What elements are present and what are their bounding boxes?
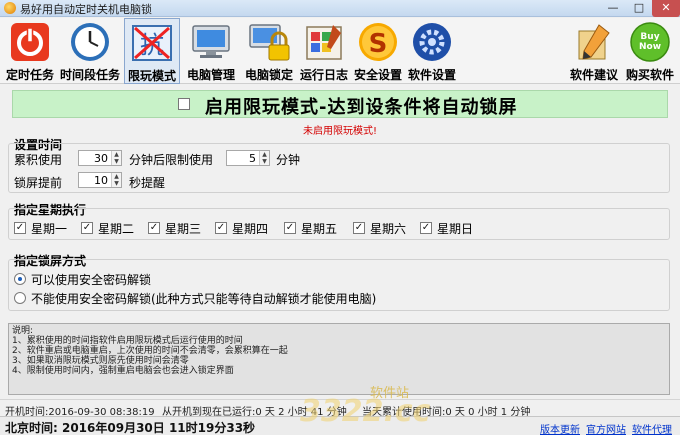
accum-minutes-input[interactable]: [79, 151, 112, 165]
link-website[interactable]: 官方网站: [586, 421, 626, 435]
notes-line: 3、如果取消限玩模式则原先使用时间会清零: [12, 356, 189, 366]
remind-seconds-spinner[interactable]: ▲▼: [78, 172, 122, 188]
restrict-icon: 抗: [132, 25, 172, 61]
pencil-icon: [578, 24, 610, 60]
tool-label: 软件设置: [407, 68, 456, 82]
main-toolbar: 定时任务 时间段任务 抗 限玩模式 电脑管理: [0, 18, 680, 84]
spinner-arrows-icon[interactable]: ▲ ▼: [111, 151, 121, 165]
tool-label: 购买软件: [625, 68, 674, 82]
checkbox-check-icon: ✓: [81, 222, 93, 234]
remind-label: 锁屏提前: [14, 176, 63, 190]
minimize-button[interactable]: —: [600, 0, 626, 17]
enable-restrict-checkbox[interactable]: [178, 98, 190, 110]
checkbox-check-icon: ✓: [353, 222, 365, 234]
tool-label: 时间段任务: [59, 68, 120, 82]
notes-line: 2、软件重启或电脑重启，上次使用的时间不会清零，会累积算在一起: [12, 346, 288, 356]
checkbox-check-icon: ✓: [420, 222, 432, 234]
remind-seconds-input[interactable]: [79, 173, 112, 187]
usage-status-bar: 开机时间:2016-09-30 08:38:19 从开机到现在已运行:0 天 2…: [0, 399, 680, 418]
tool-restrict-mode[interactable]: 抗 限玩模式: [124, 18, 180, 84]
tool-label: 限玩模式: [127, 69, 176, 83]
notes-line: 说明:: [12, 326, 34, 336]
safe-icon: S: [359, 23, 397, 61]
buy-now-badge: Buy Now: [638, 32, 662, 52]
accum-label: 累积使用: [14, 153, 63, 167]
monitor-icon: [192, 25, 230, 58]
status-message: 未启用限玩模式!: [302, 126, 377, 137]
tool-pc-lock[interactable]: 电脑锁定: [242, 18, 296, 84]
checkbox-check-icon: ✓: [14, 222, 26, 234]
tool-label: 电脑锁定: [244, 68, 293, 82]
spinner-arrows-icon[interactable]: ▲ ▼: [111, 173, 121, 187]
tool-feedback[interactable]: 软件建议: [566, 18, 622, 84]
tool-pc-manage[interactable]: 电脑管理: [182, 18, 240, 84]
svg-text:S: S: [369, 29, 388, 59]
gear-icon: [413, 23, 451, 61]
tool-label: 软件建议: [569, 68, 618, 82]
tool-label: 运行日志: [299, 68, 348, 82]
weekday-row: ✓ 星期一 ✓ 星期二 ✓ 星期三 ✓ 星期四 ✓ 星期五 ✓ 星期六 ✓ 星期日: [14, 222, 474, 236]
after-label: 分钟后限制使用: [129, 153, 214, 167]
tool-buy[interactable]: Buy Now 购买软件: [622, 18, 678, 84]
checkbox-check-icon: ✓: [215, 222, 227, 234]
minute-label: 分钟: [276, 153, 301, 167]
beijing-clock: 北京时间: 2016年09月30日 11时19分33秒: [5, 421, 256, 435]
notes-line: 4、限制使用时间内，强制重启电脑会也会进入锁定界面: [12, 366, 234, 376]
checkbox-check-icon: ✓: [284, 222, 296, 234]
tool-scheduled-task[interactable]: 定时任务: [2, 18, 58, 84]
link-agent[interactable]: 软件代理: [632, 421, 672, 435]
tool-label: 电脑管理: [186, 68, 235, 82]
clock-icon: [71, 23, 109, 61]
notes-panel: 说明: 1、累积使用的时间指软件启用限玩模式后运行使用的时间 2、软件重启或电脑…: [8, 323, 670, 395]
tool-security-settings[interactable]: S 安全设置: [352, 18, 404, 84]
tool-period-task[interactable]: 时间段任务: [58, 18, 122, 84]
window-title: 易好用自动定时关机电脑锁: [20, 3, 152, 16]
checkbox-check-icon: ✓: [148, 222, 160, 234]
clock-status-bar: 北京时间: 2016年09月30日 11时19分33秒 版本更新 官方网站 软件…: [0, 416, 680, 435]
power-icon: [11, 23, 49, 61]
tool-label: 定时任务: [5, 68, 54, 82]
restrict-mode-banner: 启用限玩模式-达到设条件将自动锁屏: [12, 90, 668, 118]
notes-line: 1、累积使用的时间指软件启用限玩模式后运行使用的时间: [12, 336, 243, 346]
tool-run-log[interactable]: 运行日志: [296, 18, 352, 84]
app-icon: [4, 2, 16, 14]
log-icon: [306, 25, 342, 60]
limit-minutes-spinner[interactable]: ▲▼: [226, 150, 270, 166]
limit-minutes-input[interactable]: [227, 151, 260, 165]
banner-text: 启用限玩模式-达到设条件将自动锁屏: [205, 97, 518, 118]
spinner-arrows-icon[interactable]: ▲ ▼: [259, 151, 269, 165]
seconds-label: 秒提醒: [129, 176, 166, 190]
close-button[interactable]: ✕: [652, 0, 680, 17]
tool-software-settings[interactable]: 软件设置: [404, 18, 460, 84]
radio-selected-icon: [14, 273, 26, 285]
link-update[interactable]: 版本更新: [540, 421, 580, 435]
tool-label: 安全设置: [353, 68, 402, 82]
radio-empty-icon: [14, 292, 26, 304]
maximize-button[interactable]: □: [626, 0, 652, 17]
title-bar[interactable]: 易好用自动定时关机电脑锁 — □ ✕: [0, 0, 680, 17]
accum-minutes-spinner[interactable]: ▲▼: [78, 150, 122, 166]
lock-icon: [249, 24, 290, 61]
